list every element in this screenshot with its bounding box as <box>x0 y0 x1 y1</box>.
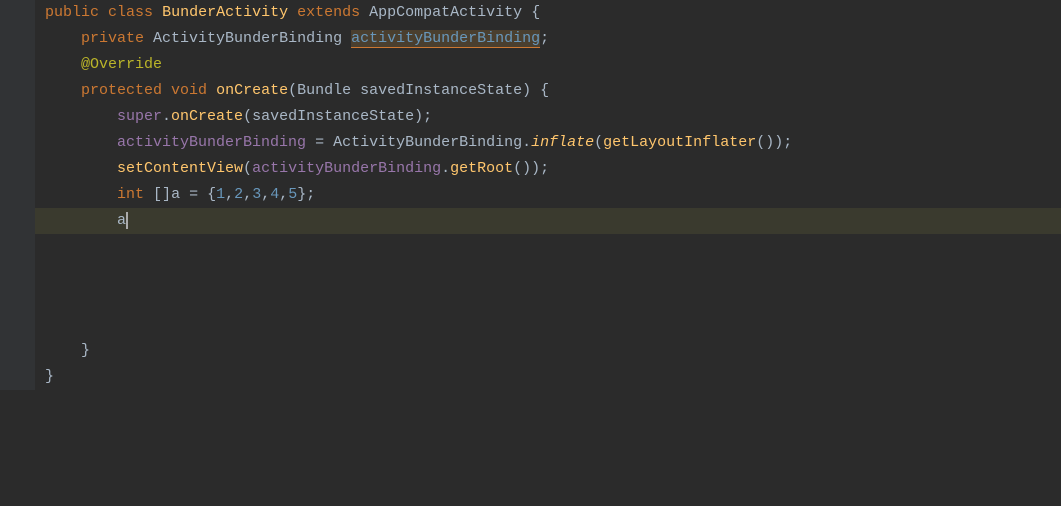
code-line: setContentView(activityBunderBinding.get… <box>0 156 1061 182</box>
code-line <box>0 312 1061 338</box>
line-content: private ActivityBunderBinding activityBu… <box>35 26 1061 52</box>
line-content: public class BunderActivity extends AppC… <box>35 0 1061 26</box>
line-number <box>0 52 35 78</box>
code-line: protected void onCreate(Bundle savedInst… <box>0 78 1061 104</box>
code-line: activityBunderBinding = ActivityBunderBi… <box>0 130 1061 156</box>
code-line: public class BunderActivity extends AppC… <box>0 0 1061 26</box>
code-line: } <box>0 364 1061 390</box>
text-cursor <box>126 212 128 229</box>
line-number <box>0 312 35 338</box>
line-content <box>35 234 1061 260</box>
code-line: private ActivityBunderBinding activityBu… <box>0 26 1061 52</box>
code-line <box>0 234 1061 260</box>
line-content: a <box>35 208 1061 234</box>
line-number <box>0 260 35 286</box>
line-content <box>35 260 1061 286</box>
line-number <box>0 182 35 208</box>
line-number <box>0 104 35 130</box>
line-number <box>0 338 35 364</box>
line-content: protected void onCreate(Bundle savedInst… <box>35 78 1061 104</box>
code-area: public class BunderActivity extends AppC… <box>0 0 1061 390</box>
line-number <box>0 234 35 260</box>
line-content <box>35 286 1061 312</box>
code-line <box>0 260 1061 286</box>
code-line-current: a <box>0 208 1061 234</box>
line-content: int []a = {1,2,3,4,5}; <box>35 182 1061 208</box>
code-line <box>0 286 1061 312</box>
code-line: } <box>0 338 1061 364</box>
code-editor[interactable]: public class BunderActivity extends AppC… <box>0 0 1061 506</box>
code-line: int []a = {1,2,3,4,5}; <box>0 182 1061 208</box>
line-number <box>0 208 35 234</box>
line-content: @Override <box>35 52 1061 78</box>
line-number <box>0 156 35 182</box>
line-content: } <box>35 364 1061 390</box>
line-number <box>0 286 35 312</box>
line-content: } <box>35 338 1061 364</box>
line-content: super.onCreate(savedInstanceState); <box>35 104 1061 130</box>
line-content <box>35 312 1061 338</box>
line-number <box>0 0 35 26</box>
line-number <box>0 26 35 52</box>
line-number <box>0 364 35 390</box>
line-number <box>0 130 35 156</box>
code-line: super.onCreate(savedInstanceState); <box>0 104 1061 130</box>
code-line: @Override <box>0 52 1061 78</box>
line-content: setContentView(activityBunderBinding.get… <box>35 156 1061 182</box>
line-content: activityBunderBinding = ActivityBunderBi… <box>35 130 1061 156</box>
line-number <box>0 78 35 104</box>
